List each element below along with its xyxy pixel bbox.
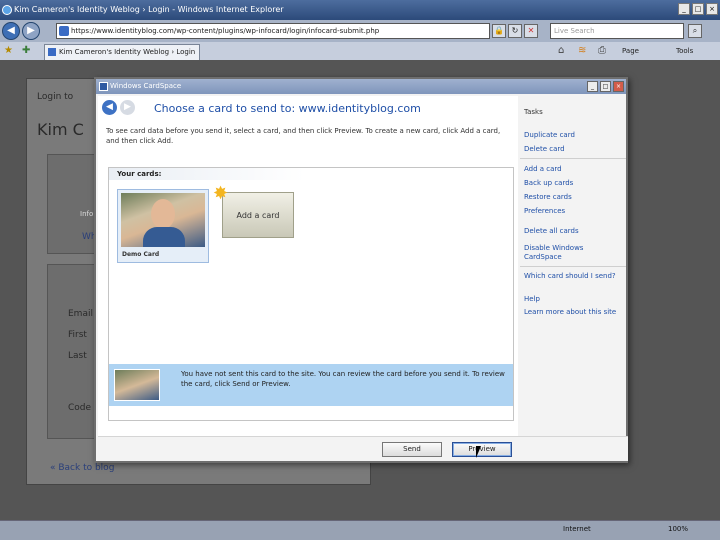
back-to-blog-link[interactable]: « Back to blog [50, 463, 114, 473]
page-menu[interactable]: Page [622, 45, 639, 57]
task-disable-cardspace[interactable]: Disable Windows CardSpace [524, 244, 620, 262]
search-input[interactable]: Live Search [550, 23, 684, 39]
print-icon[interactable]: ⎙ [598, 45, 610, 57]
site-title: Kim C [37, 120, 84, 139]
card-photo [121, 193, 205, 247]
login-to-label: Login to [37, 92, 74, 102]
stop-icon[interactable]: ✕ [524, 24, 538, 38]
address-input[interactable]: https://www.identityblog.com/wp-content/… [56, 23, 490, 39]
back-icon[interactable]: ◀ [2, 22, 20, 40]
zoom-level[interactable]: 100% [668, 525, 688, 533]
task-divider [520, 158, 626, 159]
info-card-photo [114, 369, 160, 401]
card-photo-shirt [143, 227, 185, 247]
info-label: Info [80, 210, 94, 218]
ie-logo-icon [2, 5, 12, 15]
add-favorite-icon[interactable]: ✚ [22, 45, 34, 57]
minimize-button[interactable]: _ [678, 3, 690, 15]
favorites-star-icon[interactable]: ★ [4, 45, 16, 57]
window-controls: _ □ × [678, 3, 718, 15]
new-starburst-icon: ✸ [213, 183, 229, 204]
task-divider [520, 266, 626, 267]
dialog-minimize-button[interactable]: _ [587, 81, 598, 92]
tasks-title: Tasks [524, 108, 543, 116]
browser-title-bar: Kim Cameron's Identity Weblog › Login - … [0, 0, 720, 20]
send-button[interactable]: Send [382, 442, 442, 457]
cardspace-dialog: Windows CardSpace _ □ × ◀ ▶ Choose a car… [94, 77, 628, 463]
cardspace-icon [99, 82, 108, 91]
tab-favicon-icon [48, 48, 56, 56]
task-learn-more[interactable]: Learn more about this site [524, 308, 620, 317]
task-which-card[interactable]: Which card should I send? [524, 272, 620, 281]
last-name-label: Last [68, 351, 87, 361]
card-name: Demo Card [122, 251, 160, 258]
task-delete-card[interactable]: Delete card [524, 145, 620, 154]
mouse-cursor-icon [476, 446, 486, 458]
your-cards-header: Your cards: [109, 168, 305, 180]
status-bar: Internet 100% [0, 520, 720, 540]
task-back-up-cards[interactable]: Back up cards [524, 179, 620, 188]
status-zone: Internet [563, 525, 591, 533]
code-label: Code [68, 403, 92, 413]
dialog-heading: Choose a card to send to: www.identitybl… [154, 102, 421, 115]
tasks-sidebar: Tasks Duplicate card Delete card Add a c… [520, 96, 626, 436]
task-duplicate-card[interactable]: Duplicate card [524, 131, 620, 140]
forward-icon[interactable]: ▶ [22, 22, 40, 40]
email-label: Email [68, 309, 93, 319]
task-delete-all-cards[interactable]: Delete all cards [524, 227, 620, 236]
task-help[interactable]: Help [524, 295, 620, 304]
task-preferences[interactable]: Preferences [524, 207, 620, 216]
dialog-window-controls: _ □ × [587, 81, 624, 92]
task-restore-cards[interactable]: Restore cards [524, 193, 620, 202]
card-photo-face [151, 199, 175, 229]
feeds-icon[interactable]: ≋ [578, 45, 590, 57]
tab-label: Kim Cameron's Identity Weblog › Login [59, 48, 196, 56]
dialog-instructions: To see card data before you send it, sel… [106, 127, 501, 145]
lock-site-icon [59, 26, 69, 36]
tab-row: ★ ✚ Kim Cameron's Identity Weblog › Logi… [0, 42, 720, 60]
maximize-button[interactable]: □ [692, 3, 704, 15]
dialog-back-icon[interactable]: ◀ [102, 100, 117, 115]
tab-identity-weblog[interactable]: Kim Cameron's Identity Weblog › Login [44, 44, 200, 60]
dialog-forward-icon[interactable]: ▶ [120, 100, 135, 115]
address-url: https://www.identityblog.com/wp-content/… [71, 27, 380, 35]
task-add-card[interactable]: Add a card [524, 165, 620, 174]
info-bar: You have not sent this card to the site.… [109, 364, 513, 406]
tools-menu[interactable]: Tools [676, 45, 693, 57]
cards-panel: Your cards: Demo Card Add a card ✸ You h… [108, 167, 514, 421]
lock-icon[interactable]: 🔒 [492, 24, 506, 38]
dialog-title-bar: Windows CardSpace _ □ × [96, 79, 626, 94]
home-icon[interactable]: ⌂ [558, 45, 570, 57]
close-button[interactable]: × [706, 3, 718, 15]
refresh-icon[interactable]: ↻ [508, 24, 522, 38]
dialog-title: Windows CardSpace [110, 82, 182, 90]
search-icon[interactable]: ⌕ [688, 24, 702, 38]
card-tile-demo[interactable]: Demo Card [117, 189, 209, 263]
dialog-footer: Send Preview [98, 436, 628, 461]
browser-title: Kim Cameron's Identity Weblog › Login - … [14, 5, 284, 14]
dialog-main: ◀ ▶ Choose a card to send to: www.identi… [98, 96, 518, 436]
dialog-maximize-button[interactable]: □ [600, 81, 611, 92]
address-bar-row: ◀ ▶ https://www.identityblog.com/wp-cont… [0, 20, 720, 42]
first-name-label: First [68, 330, 87, 340]
info-text: You have not sent this card to the site.… [181, 370, 505, 388]
dialog-close-button[interactable]: × [613, 81, 624, 92]
